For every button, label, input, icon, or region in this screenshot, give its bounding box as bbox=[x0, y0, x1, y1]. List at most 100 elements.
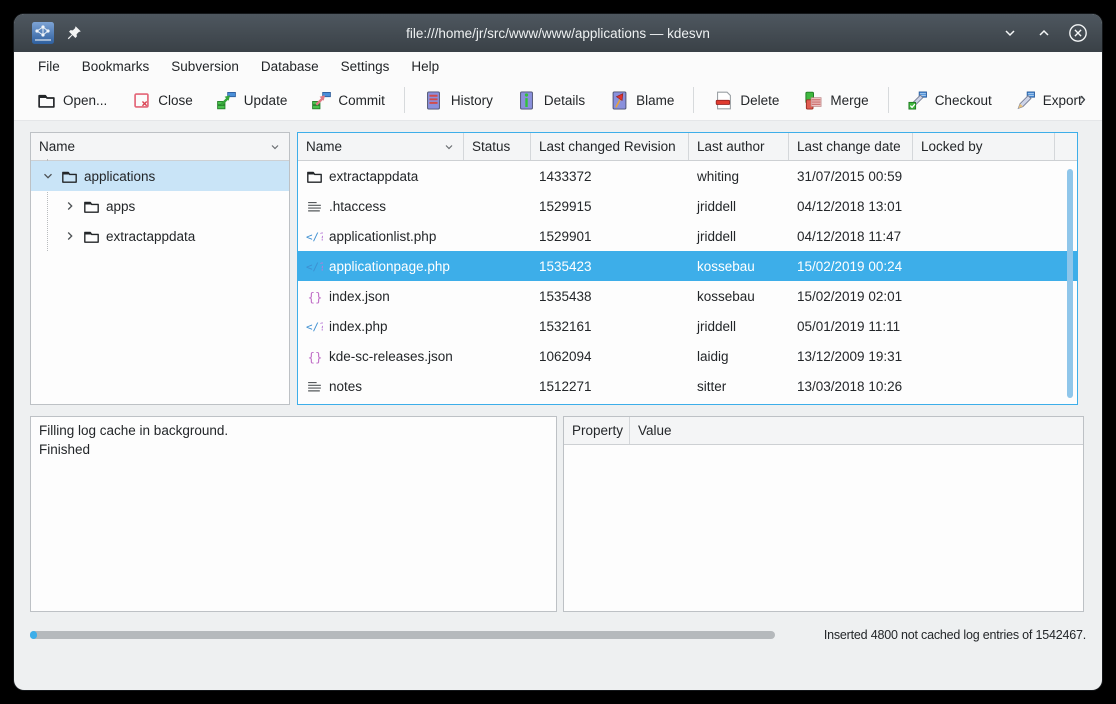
cell-date: 05/01/2019 11:11 bbox=[789, 319, 913, 334]
toolbar-button-label: Blame bbox=[636, 93, 674, 108]
php-file-icon: </? bbox=[306, 318, 323, 335]
toolbar-button-update[interactable]: Update bbox=[208, 85, 297, 115]
tree-item-apps[interactable]: apps bbox=[31, 191, 289, 221]
toolbar-button-commit[interactable]: Commit bbox=[302, 85, 394, 115]
toolbar-button-blame[interactable]: Blame bbox=[600, 85, 683, 115]
svg-text:</?: </? bbox=[306, 320, 323, 333]
export-icon bbox=[1016, 90, 1036, 110]
progress-chunk bbox=[30, 631, 37, 639]
folder-icon bbox=[83, 228, 100, 245]
minimize-button[interactable] bbox=[1000, 23, 1020, 43]
sort-indicator-icon bbox=[269, 141, 281, 153]
json-file-icon: {} bbox=[306, 288, 323, 305]
toolbar-separator bbox=[693, 87, 694, 113]
file-row-applicationpage.php[interactable]: </?applicationpage.php1535423kossebau15/… bbox=[298, 251, 1077, 281]
blame-icon bbox=[609, 90, 629, 110]
toolbar: Open...CloseUpdate Commit History Details Bl… bbox=[14, 80, 1102, 121]
cell-revision: 1512271 bbox=[531, 379, 689, 394]
toolbar-button-folder-open[interactable]: Open... bbox=[27, 85, 116, 115]
text-file-icon bbox=[306, 378, 323, 395]
column-header-value[interactable]: Value bbox=[630, 417, 1083, 444]
column-header-author[interactable]: Last author bbox=[689, 133, 789, 160]
menu-file[interactable]: File bbox=[28, 55, 70, 78]
vertical-scrollbar[interactable] bbox=[1067, 169, 1073, 398]
cell-author: jriddell bbox=[689, 319, 789, 334]
merge-icon bbox=[803, 90, 823, 110]
toolbar-button-label: History bbox=[451, 93, 493, 108]
file-row-kde-sc-releases.json[interactable]: {}kde-sc-releases.json1062094laidig13/12… bbox=[298, 341, 1077, 371]
menu-settings[interactable]: Settings bbox=[331, 55, 400, 78]
cell-name: </?applicationpage.php bbox=[298, 258, 464, 275]
php-file-icon: </? bbox=[306, 228, 323, 245]
log-line: Filling log cache in background. bbox=[31, 417, 556, 440]
chevron-right-icon[interactable] bbox=[63, 229, 77, 243]
column-header-date[interactable]: Last change date bbox=[789, 133, 913, 160]
column-header-filler bbox=[1055, 133, 1077, 160]
tree-header[interactable]: Name bbox=[31, 133, 289, 161]
column-header-revision[interactable]: Last changed Revision bbox=[531, 133, 689, 160]
tree-header-label: Name bbox=[39, 139, 75, 154]
menu-database[interactable]: Database bbox=[251, 55, 329, 78]
cell-revision: 1535438 bbox=[531, 289, 689, 304]
tree-item-label: apps bbox=[106, 199, 135, 214]
tree-item-applications[interactable]: applications bbox=[31, 161, 289, 191]
folder-icon bbox=[61, 168, 78, 185]
cell-revision: 1535423 bbox=[531, 259, 689, 274]
chevron-right-icon[interactable] bbox=[63, 199, 77, 213]
tree-item-label: extractappdata bbox=[106, 229, 195, 244]
toolbar-items: Open...CloseUpdate Commit History Details Bl… bbox=[24, 85, 1094, 115]
cell-revision: 1532161 bbox=[531, 319, 689, 334]
toolbar-button-label: Export bbox=[1043, 93, 1082, 108]
column-header-property[interactable]: Property bbox=[564, 417, 630, 444]
folder-icon bbox=[83, 198, 100, 215]
column-header-name[interactable]: Name bbox=[298, 133, 464, 160]
tree-item-label: applications bbox=[84, 169, 155, 184]
svg-text:</?: </? bbox=[306, 260, 323, 273]
statusbar: Inserted 4800 not cached log entries of … bbox=[30, 626, 1086, 644]
window-controls bbox=[1000, 23, 1088, 43]
titlebar[interactable]: file:///home/jr/src/www/www/applications… bbox=[14, 14, 1102, 52]
toolbar-separator bbox=[888, 87, 889, 113]
log-output-panel[interactable]: Filling log cache in background. Finishe… bbox=[30, 416, 557, 612]
toolbar-button-details[interactable]: Details bbox=[508, 85, 594, 115]
file-table-header: Name Status Last changed Revision Last a… bbox=[298, 133, 1077, 161]
close-doc-icon bbox=[131, 90, 151, 110]
file-row-index.php[interactable]: </?index.php1532161jriddell05/01/2019 11… bbox=[298, 311, 1077, 341]
tree-item-extractappdata[interactable]: extractappdata bbox=[31, 221, 289, 251]
toolbar-button-history[interactable]: History bbox=[415, 85, 502, 115]
toolbar-button-merge[interactable]: Merge bbox=[794, 85, 877, 115]
toolbar-button-label: Commit bbox=[338, 93, 385, 108]
toolbar-button-delete[interactable]: Delete bbox=[704, 85, 788, 115]
toolbar-button-checkout[interactable]: Checkout bbox=[899, 85, 1001, 115]
file-row-index.json[interactable]: {}index.json1535438kossebau15/02/2019 02… bbox=[298, 281, 1077, 311]
toolbar-separator bbox=[404, 87, 405, 113]
file-row-.htaccess[interactable]: .htaccess1529915jriddell04/12/2018 13:01 bbox=[298, 191, 1077, 221]
pin-icon[interactable] bbox=[66, 25, 82, 41]
toolbar-button-close-doc[interactable]: Close bbox=[122, 85, 202, 115]
file-row-notes[interactable]: notes1512271sitter13/03/2018 10:26 bbox=[298, 371, 1077, 401]
close-button[interactable] bbox=[1068, 23, 1088, 43]
file-row-extractappdata[interactable]: extractappdata1433372whiting31/07/2015 0… bbox=[298, 161, 1077, 191]
menu-help[interactable]: Help bbox=[401, 55, 449, 78]
column-header-status[interactable]: Status bbox=[464, 133, 531, 160]
menubar: FileBookmarksSubversionDatabaseSettingsH… bbox=[14, 52, 1102, 80]
toolbar-button-label: Merge bbox=[830, 93, 868, 108]
menu-subversion[interactable]: Subversion bbox=[161, 55, 249, 78]
column-header-locked[interactable]: Locked by bbox=[913, 133, 1055, 160]
cell-date: 15/02/2019 02:01 bbox=[789, 289, 913, 304]
update-icon bbox=[217, 90, 237, 110]
file-row-applicationlist.php[interactable]: </?applicationlist.php1529901jriddell04/… bbox=[298, 221, 1077, 251]
toolbar-overflow-button[interactable]: › bbox=[1080, 80, 1086, 120]
cell-author: jriddell bbox=[689, 229, 789, 244]
menu-bookmarks[interactable]: Bookmarks bbox=[72, 55, 160, 78]
cell-revision: 1529915 bbox=[531, 199, 689, 214]
chevron-down-icon[interactable] bbox=[41, 169, 55, 183]
cell-date: 31/07/2015 00:59 bbox=[789, 169, 913, 184]
maximize-button[interactable] bbox=[1034, 23, 1054, 43]
cell-name: extractappdata bbox=[298, 168, 464, 185]
toolbar-button-label: Details bbox=[544, 93, 585, 108]
toolbar-button-label: Checkout bbox=[935, 93, 992, 108]
cell-name: .htaccess bbox=[298, 198, 464, 215]
cell-date: 04/12/2018 13:01 bbox=[789, 199, 913, 214]
toolbar-button-export[interactable]: Export bbox=[1007, 85, 1091, 115]
